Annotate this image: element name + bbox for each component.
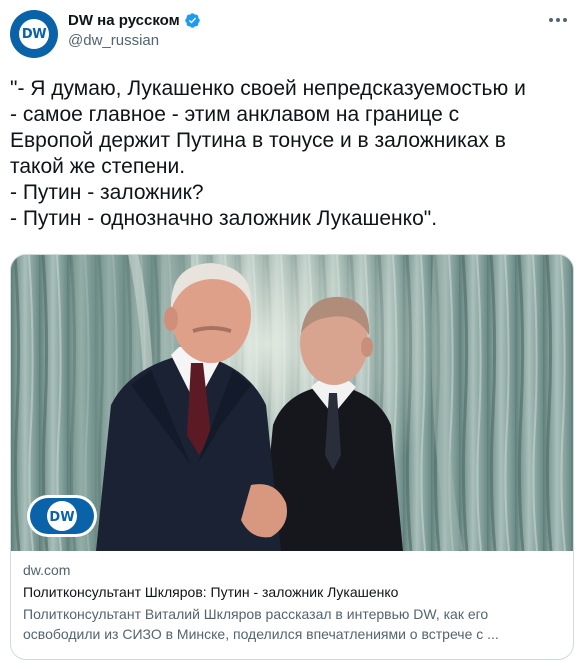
avatar[interactable]: DW	[10, 10, 58, 58]
card-image[interactable]: DW	[11, 255, 573, 551]
more-options-icon[interactable]	[541, 10, 575, 30]
link-preview-card[interactable]: DW dw.com Политконсультант Шкляров: Пути…	[10, 254, 574, 660]
author-display-name-row[interactable]: DW на русском	[68, 12, 201, 29]
author-handle[interactable]: @dw_russian	[68, 32, 201, 49]
dw-logo: DW	[27, 495, 97, 537]
dw-logo-text: DW	[49, 510, 74, 525]
dw-logo-avatar: DW	[19, 19, 49, 49]
card-domain: dw.com	[23, 562, 71, 578]
card-title[interactable]: Политконсультант Шкляров: Путин - заложн…	[23, 582, 561, 602]
card-description: Политконсультант Виталий Шкляров рассказ…	[23, 606, 499, 642]
tweet-header: DW DW на русском @dw_russian	[10, 8, 575, 60]
verified-badge-icon	[184, 13, 200, 28]
author-names: DW на русском @dw_russian	[68, 12, 201, 49]
tweet-text: "- Я думаю, Лукашенко своей непредсказуе…	[10, 77, 526, 230]
card-body: dw.com Политконсультант Шкляров: Путин -…	[11, 551, 573, 644]
author-display-name[interactable]: DW на русском	[68, 12, 180, 29]
